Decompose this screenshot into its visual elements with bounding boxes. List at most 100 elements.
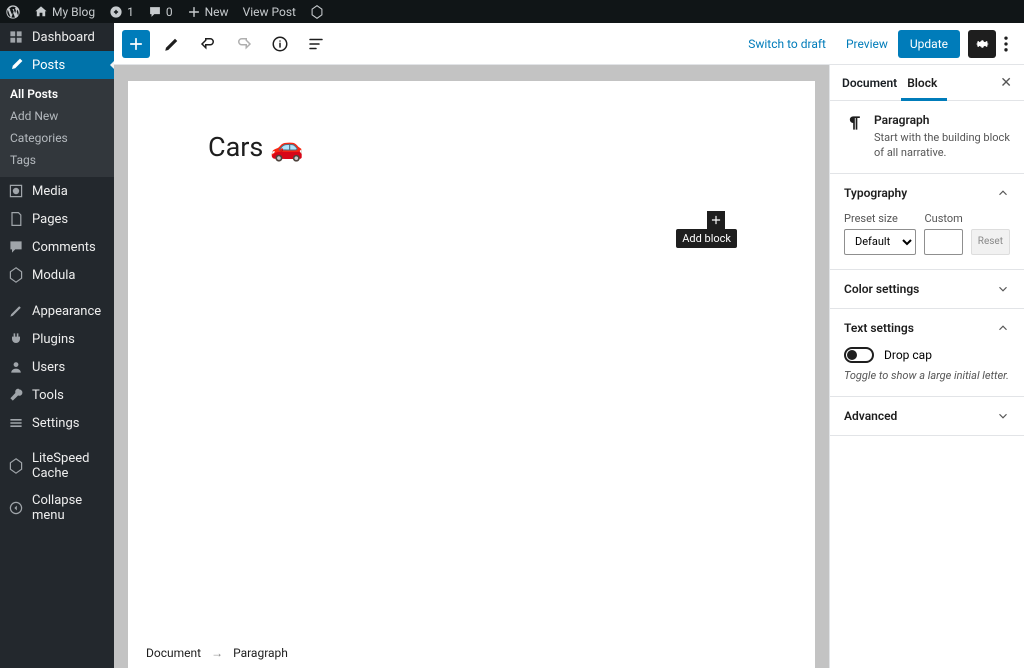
sidebar-item-label: LiteSpeed Cache [32,451,106,481]
sidebar-item-label: Settings [32,416,79,431]
sidebar-item-settings[interactable]: Settings [0,409,114,437]
media-icon [8,183,24,199]
users-icon [8,359,24,375]
reset-button[interactable]: Reset [971,229,1010,255]
updates-count: 1 [127,5,134,19]
pages-icon [8,211,24,227]
typography-panel: Typography Preset size Default Custom R [830,174,1024,270]
drop-cap-label: Drop cap [884,348,932,362]
info-button[interactable] [266,30,294,58]
litespeed-icon-link[interactable] [310,5,324,19]
view-post-label: View Post [243,5,296,19]
custom-size-input[interactable] [924,229,962,255]
wordpress-icon [6,5,20,19]
site-name-link[interactable]: My Blog [34,5,95,19]
color-panel-toggle[interactable]: Color settings [830,270,1024,308]
chevron-up-icon [996,186,1010,200]
collapse-icon [8,500,24,516]
preview-button[interactable]: Preview [836,31,898,57]
sidebar-item-pages[interactable]: Pages [0,205,114,233]
more-options-button[interactable] [996,34,1016,54]
advanced-panel-toggle[interactable]: Advanced [830,397,1024,435]
appearance-icon [8,303,24,319]
inline-add-block-button[interactable] [707,211,725,229]
undo-icon [199,35,217,53]
drop-cap-help: Toggle to show a large initial letter. [844,369,1010,382]
settings-sidebar: Document Block ✕ Paragraph Start with th… [829,65,1024,668]
settings-icon [8,415,24,431]
comments-count: 0 [166,5,173,19]
posts-submenu: All Posts Add New Categories Tags [0,79,114,177]
sidebar-item-label: Collapse menu [32,493,106,523]
list-icon [307,35,325,53]
litespeed-icon [8,458,24,474]
submenu-tags[interactable]: Tags [0,149,114,171]
admin-sidebar: Dashboard Posts All Posts Add New Catego… [0,23,114,668]
tab-document[interactable]: Document [842,66,907,100]
outline-button[interactable] [302,30,330,58]
dashboard-icon [8,29,24,45]
panel-title: Color settings [844,282,919,296]
sidebar-item-plugins[interactable]: Plugins [0,325,114,353]
panel-title: Typography [844,186,907,200]
sidebar-item-label: Media [32,184,68,199]
breadcrumb-current: Paragraph [233,646,288,660]
drop-cap-toggle[interactable] [844,347,874,363]
text-panel-toggle[interactable]: Text settings [830,309,1024,347]
block-info-title: Paragraph [874,113,1010,127]
undo-button[interactable] [194,30,222,58]
plugins-icon [8,331,24,347]
color-panel: Color settings [830,270,1024,309]
settings-tabs: Document Block ✕ [830,65,1024,101]
view-post-link[interactable]: View Post [243,5,296,19]
wp-logo[interactable] [6,5,20,19]
sidebar-item-comments[interactable]: Comments [0,233,114,261]
ellipsis-icon [996,34,1016,54]
close-settings-button[interactable]: ✕ [1000,75,1012,91]
custom-size-label: Custom [924,212,962,225]
sidebar-item-posts[interactable]: Posts [0,51,114,79]
info-icon [271,35,289,53]
typography-panel-toggle[interactable]: Typography [830,174,1024,212]
pencil-icon [163,35,181,53]
sidebar-item-modula[interactable]: Modula [0,261,114,289]
site-name-label: My Blog [52,5,95,19]
block-info: Paragraph Start with the building block … [830,101,1024,174]
admin-bar: My Blog 1 0 New View Post [0,0,1024,23]
panel-title: Text settings [844,321,914,335]
editor-toolbar: Switch to draft Preview Update [114,23,1024,65]
new-link[interactable]: New [187,5,229,19]
chevron-down-icon [996,409,1010,423]
preset-size-label: Preset size [844,212,916,225]
editor-canvas[interactable]: Cars 🚗 Add block [128,81,815,638]
redo-button[interactable] [230,30,258,58]
comments-link[interactable]: 0 [148,5,173,19]
post-title[interactable]: Cars 🚗 [208,131,735,163]
sidebar-item-label: Tools [32,388,64,403]
switch-to-draft-button[interactable]: Switch to draft [738,31,836,57]
sidebar-item-collapse[interactable]: Collapse menu [0,487,114,529]
add-block-button[interactable] [122,30,150,58]
submenu-categories[interactable]: Categories [0,127,114,149]
posts-icon [8,57,24,73]
update-button[interactable]: Update [898,30,960,58]
sidebar-item-media[interactable]: Media [0,177,114,205]
sidebar-item-label: Dashboard [32,30,95,45]
sidebar-item-litespeed[interactable]: LiteSpeed Cache [0,445,114,487]
tab-block[interactable]: Block [907,66,947,100]
settings-toggle-button[interactable] [968,30,996,58]
chevron-up-icon [996,321,1010,335]
sidebar-item-users[interactable]: Users [0,353,114,381]
modula-icon [8,267,24,283]
submenu-add-new[interactable]: Add New [0,105,114,127]
sidebar-item-appearance[interactable]: Appearance [0,297,114,325]
sidebar-item-label: Posts [32,58,65,73]
updates-link[interactable]: 1 [109,5,134,19]
sidebar-item-dashboard[interactable]: Dashboard [0,23,114,51]
tools-button[interactable] [158,30,186,58]
sidebar-item-tools[interactable]: Tools [0,381,114,409]
submenu-all-posts[interactable]: All Posts [0,83,114,105]
breadcrumb-root[interactable]: Document [146,646,201,660]
preset-size-select[interactable]: Default [844,229,916,255]
home-icon [34,5,48,19]
